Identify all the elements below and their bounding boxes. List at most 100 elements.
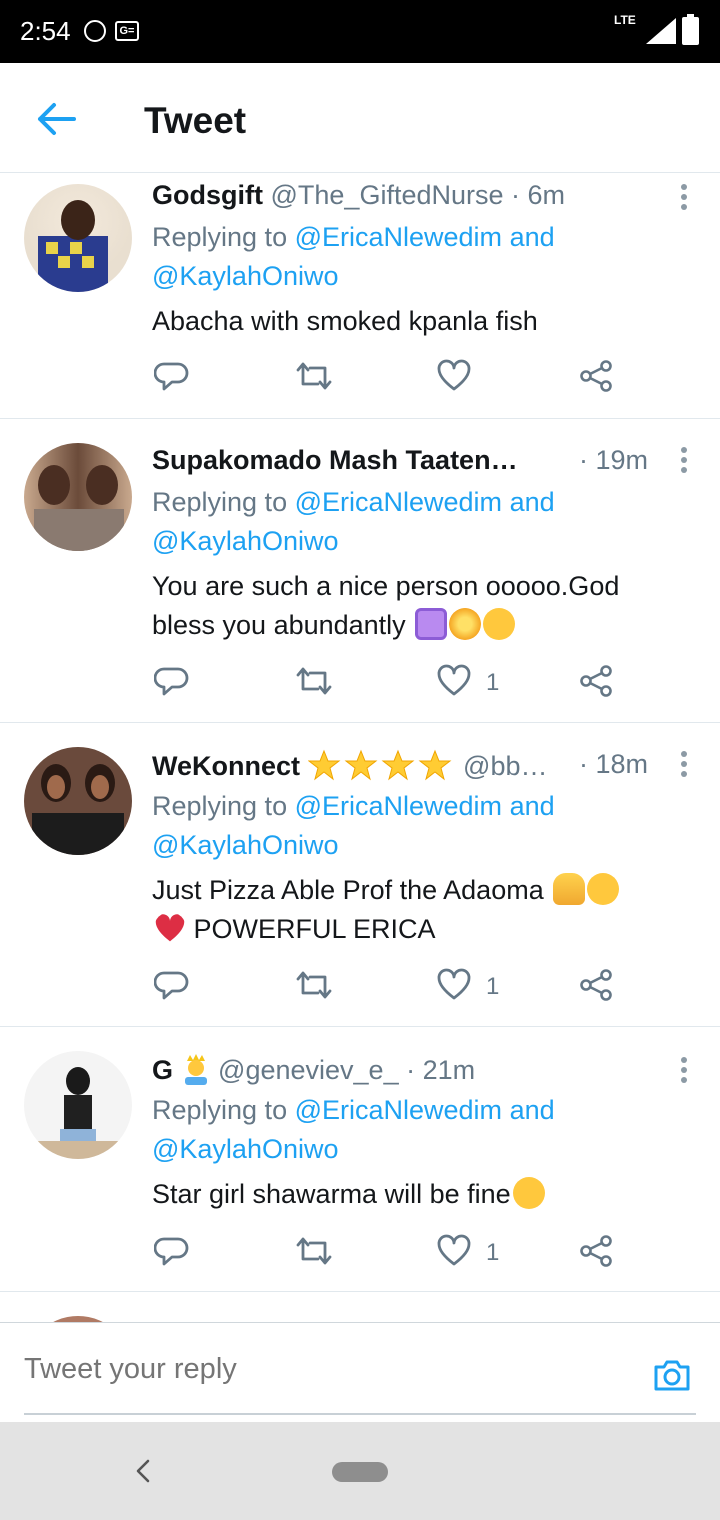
share-icon xyxy=(580,1235,612,1267)
mention-link[interactable]: @EricaNlewedim xyxy=(295,791,502,821)
more-options-icon[interactable] xyxy=(674,445,694,479)
share-button[interactable] xyxy=(578,1233,614,1273)
status-bar: 2:54 G= LTE xyxy=(0,0,720,63)
status-time: 2:54 xyxy=(20,16,71,46)
system-nav-bar xyxy=(0,1422,720,1520)
pleading-face-emoji-icon xyxy=(512,1177,545,1209)
input-underline xyxy=(24,1413,696,1415)
tweet-time: · 18m xyxy=(572,749,648,780)
praying-hands-emoji-icon xyxy=(553,873,586,905)
grinning-emoji-icon xyxy=(587,873,620,905)
tweet-text: You are such a nice person ooooo.God ble… xyxy=(152,571,620,640)
retweet-icon xyxy=(296,667,332,695)
tweet[interactable]: G @geneviev_e_ · 21m Replying to @EricaN… xyxy=(0,1027,720,1292)
mention-link[interactable]: @EricaNlewedim xyxy=(295,222,502,252)
replying-to: Replying to @EricaNlewedim and @KaylahOn… xyxy=(152,1095,555,1164)
tweet-text: Star girl shawarma will be fine xyxy=(152,1175,680,1214)
author-handle[interactable]: @geneviev_e_ xyxy=(218,1055,399,1085)
tweet-actions: 1 xyxy=(152,663,672,703)
back-arrow-icon[interactable] xyxy=(34,99,78,139)
avatar[interactable] xyxy=(24,747,132,855)
reply-icon xyxy=(154,1237,189,1266)
heart-icon xyxy=(437,359,471,391)
mention-link[interactable]: @EricaNlewedim xyxy=(295,487,502,517)
mention-link[interactable]: @KaylahOniwo xyxy=(152,830,339,860)
tweet-actions: 1 xyxy=(152,1233,672,1273)
retweet-button[interactable] xyxy=(294,1233,334,1273)
tweet[interactable]: WeKonnect @bb… · 18m Replying to @EricaN… xyxy=(0,723,720,1027)
like-count: 1 xyxy=(486,1239,500,1266)
tweet-time: · 6m xyxy=(511,180,566,210)
author-name[interactable]: WeKonnect xyxy=(152,751,300,781)
reply-button[interactable] xyxy=(154,967,190,1007)
share-button[interactable] xyxy=(578,967,614,1007)
app-bar: Tweet xyxy=(0,63,720,173)
home-pill-button[interactable] xyxy=(332,1462,388,1482)
reply-button[interactable] xyxy=(154,1233,190,1273)
glowing-star-emoji-icon xyxy=(449,608,482,640)
mention-link[interactable]: @KaylahOniwo xyxy=(152,261,339,291)
retweet-button[interactable] xyxy=(294,967,334,1007)
tweet[interactable]: Godsgift @The_GiftedNurse · 6m Replying … xyxy=(0,174,720,419)
author-name[interactable]: G xyxy=(152,1055,173,1085)
avatar[interactable] xyxy=(24,1051,132,1159)
replying-to: Replying to @EricaNlewedim and @KaylahOn… xyxy=(152,791,555,860)
heart-icon xyxy=(437,1234,471,1266)
share-button[interactable] xyxy=(578,358,614,398)
replying-to: Replying to @EricaNlewedim and @KaylahOn… xyxy=(152,222,555,291)
page-title: Tweet xyxy=(144,100,247,141)
like-button[interactable] xyxy=(436,358,472,398)
reply-input[interactable] xyxy=(24,1353,624,1386)
tweet[interactable]: Supakomado Mash Taaten… · 19m Replying t… xyxy=(0,419,720,723)
signal-icon xyxy=(646,18,676,44)
more-options-icon[interactable] xyxy=(674,749,694,783)
share-icon xyxy=(580,360,612,392)
network-label: LTE xyxy=(614,13,636,27)
battery-icon xyxy=(682,14,699,45)
mention-link[interactable]: @EricaNlewedim xyxy=(295,1095,502,1125)
heart-eyes-emoji-icon xyxy=(483,608,516,640)
author-handle[interactable]: @The_GiftedNurse xyxy=(271,180,504,210)
retweet-icon xyxy=(296,1237,332,1265)
author-name[interactable]: Godsgift xyxy=(152,180,263,210)
tweet-text: Abacha with smoked kpanla fish xyxy=(152,306,538,336)
more-options-icon[interactable] xyxy=(674,1055,694,1089)
retweet-button[interactable] xyxy=(294,358,334,398)
tweet-text: Just Pizza Able Prof the Adaoma POWERFUL… xyxy=(152,871,680,949)
princess-emoji-icon xyxy=(184,1054,207,1085)
tweet-actions: 1 xyxy=(152,967,672,1007)
like-button[interactable]: 1 xyxy=(436,1233,516,1273)
like-button[interactable]: 1 xyxy=(436,663,516,703)
mention-link[interactable]: @KaylahOniwo xyxy=(152,526,339,556)
tweet-partial[interactable] xyxy=(0,1292,720,1322)
star-emoji-icon xyxy=(307,749,451,781)
share-icon xyxy=(580,969,612,1001)
ge-icon: G= xyxy=(115,21,139,41)
camera-icon[interactable] xyxy=(652,1357,692,1393)
reply-button[interactable] xyxy=(154,663,190,703)
reply-icon xyxy=(154,971,189,1000)
retweet-button[interactable] xyxy=(294,663,334,703)
like-count: 1 xyxy=(486,973,500,1000)
mention-link[interactable]: @KaylahOniwo xyxy=(152,1134,339,1164)
red-heart-emoji-icon xyxy=(155,914,185,942)
avatar[interactable] xyxy=(24,184,132,292)
reply-composer xyxy=(0,1322,720,1422)
like-count: 1 xyxy=(486,669,500,696)
author-name[interactable]: Supakomado Mash Taaten… xyxy=(152,445,518,475)
heart-icon xyxy=(437,968,471,1000)
share-icon xyxy=(580,665,612,697)
share-button[interactable] xyxy=(578,663,614,703)
nav-back-icon[interactable] xyxy=(130,1457,158,1485)
author-handle[interactable]: @bb… xyxy=(463,751,547,781)
reply-button[interactable] xyxy=(154,358,190,398)
tweet-actions xyxy=(152,358,672,398)
avatar[interactable] xyxy=(24,443,132,551)
reply-feed[interactable]: Godsgift @The_GiftedNurse · 6m Replying … xyxy=(0,174,720,1322)
more-options-icon[interactable] xyxy=(674,182,694,216)
white-heart-emoji-icon xyxy=(415,608,448,640)
retweet-icon xyxy=(296,971,332,999)
like-button[interactable]: 1 xyxy=(436,967,516,1007)
whatsapp-icon xyxy=(84,20,106,42)
reply-icon xyxy=(154,362,189,391)
